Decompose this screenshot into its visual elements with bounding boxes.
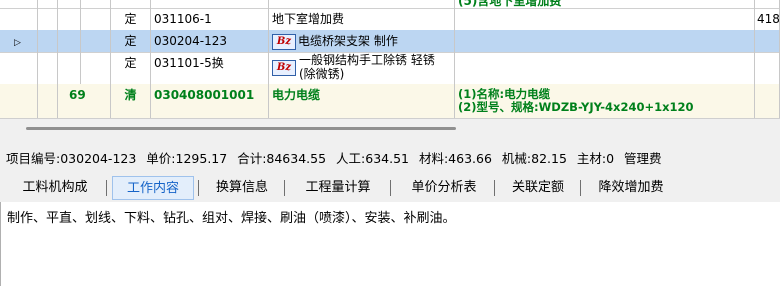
table-row[interactable]: 定 031101-5换 Bz 一般钢结构手工除锈 轻锈 (除微锈)	[0, 52, 780, 85]
scrollbar-thumb[interactable]	[26, 127, 456, 130]
quota-grid: (5)含地下室增加费 定 031106-1 地下室增加费 418 ▷ 定 030…	[0, 0, 780, 119]
horizontal-scrollbar[interactable]	[0, 118, 780, 141]
main-material-cost: 主材:0	[576, 151, 615, 166]
tab-work-content[interactable]: 工作内容	[112, 176, 194, 200]
name-cell: Bz 一般钢结构手工除锈 轻锈 (除微锈)	[269, 52, 455, 84]
spec-cell	[455, 30, 755, 52]
bz-quota-icon: Bz	[272, 60, 296, 76]
tab-separator	[284, 180, 285, 196]
bz-quota-icon: Bz	[272, 33, 296, 50]
name-cell: Bz 电缆桥架支架 制作	[269, 30, 455, 52]
amount-cell	[755, 30, 780, 52]
summary-info-bar: 项目编号:030204-123 单价:1295.17 合计:84634.55 人…	[0, 140, 780, 173]
table-row-bill-item[interactable]: 69 清 030408001001 电力电缆 (1)名称:电力电缆 (2)型号、…	[0, 84, 780, 119]
amount-cell: 418	[755, 8, 780, 30]
work-content-text[interactable]: 制作、平直、划线、下料、钻孔、组对、焊接、刷油（喷漆）、安装、补刷油。	[7, 207, 456, 226]
type-cell: 定	[111, 30, 151, 52]
spec-cell: (1)名称:电力电缆 (2)型号、规格:WDZB-YJY-4x240+1x120	[455, 84, 755, 118]
amount-cell	[755, 84, 780, 118]
code-cell: 030204-123	[151, 30, 269, 52]
detail-tab-bar: 工料机构成 工作内容 换算信息 工程量计算 单价分析表 关联定额 降效增加费	[0, 173, 780, 203]
name-cell: 电力电缆	[269, 84, 455, 118]
row-pointer-icon: ▷	[14, 38, 21, 48]
spec-cell	[455, 52, 755, 84]
tab-conversion-info[interactable]: 换算信息	[204, 176, 280, 200]
index-cell: 69	[58, 84, 111, 118]
tab-separator	[198, 180, 199, 196]
code-cell: 030408001001	[151, 84, 269, 118]
tab-quantity-calc[interactable]: 工程量计算	[290, 176, 386, 200]
labor-cost: 人工:634.51	[336, 151, 409, 166]
tab-separator	[106, 180, 107, 196]
type-cell: 定	[111, 8, 151, 30]
type-cell: 定	[111, 52, 151, 84]
project-code: 项目编号:030204-123	[6, 151, 137, 166]
code-cell: 031106-1	[151, 8, 269, 30]
spec-cell	[455, 8, 755, 30]
management-fee: 管理费	[624, 151, 662, 166]
material-cost: 材料:463.66	[418, 151, 492, 166]
tab-separator	[494, 180, 495, 196]
type-cell: 清	[111, 84, 151, 118]
unit-price: 单价:1295.17	[146, 151, 228, 166]
code-cell: 031101-5换	[151, 52, 269, 84]
tab-unit-price-analysis[interactable]: 单价分析表	[396, 176, 492, 200]
tab-efficiency-fee[interactable]: 降效增加费	[586, 176, 676, 200]
name-cell: 地下室增加费	[269, 8, 455, 30]
tab-material-composition[interactable]: 工料机构成	[8, 176, 102, 200]
machine-cost: 机械:82.15	[501, 151, 567, 166]
total-price: 合计:84634.55	[237, 151, 327, 166]
table-row[interactable]: 定 031106-1 地下室增加费 418	[0, 8, 780, 31]
work-content-panel: 制作、平直、划线、下料、钻孔、组对、焊接、刷油（喷漆）、安装、补刷油。	[0, 202, 780, 286]
amount-cell	[755, 52, 780, 84]
spec-cell: (5)含地下室增加费	[455, 0, 755, 8]
tab-separator	[390, 180, 391, 196]
table-row-selected[interactable]: ▷ 定 030204-123 Bz 电缆桥架支架 制作	[0, 30, 780, 53]
tab-separator	[580, 180, 581, 196]
tab-related-quota[interactable]: 关联定额	[500, 176, 576, 200]
